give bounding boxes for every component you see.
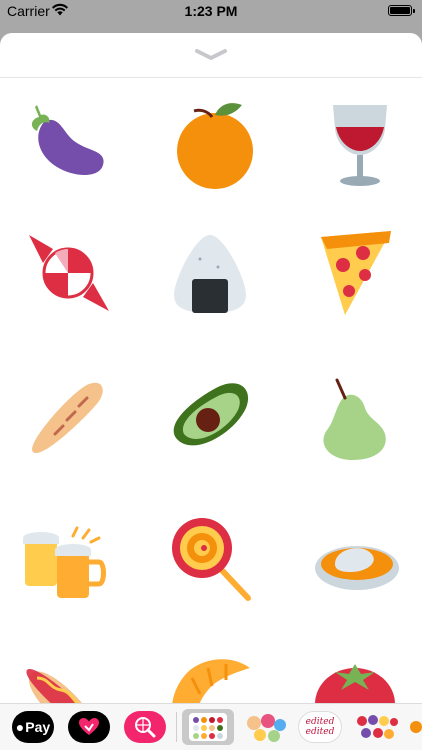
pizza-slice-sticker[interactable] <box>305 223 405 323</box>
clock: 1:23 PM <box>184 3 238 19</box>
heart-icon <box>79 718 99 735</box>
divider <box>0 77 422 78</box>
curry-rice-sticker[interactable] <box>305 508 405 608</box>
edited-line-2: edited <box>305 727 335 737</box>
partial-app-icon <box>410 721 422 733</box>
edited-line-1: edited <box>305 717 335 727</box>
avocado-sticker[interactable] <box>160 368 260 468</box>
faces-sticker-app[interactable] <box>244 711 288 743</box>
flowers-sticker-app[interactable] <box>354 711 398 743</box>
more-apps[interactable] <box>410 711 422 743</box>
flowers-icon <box>357 715 398 739</box>
food-stickers-icon <box>189 713 227 741</box>
collapse-chevron-icon[interactable] <box>191 45 231 65</box>
battery-icon <box>388 5 415 16</box>
beer-mugs-sticker[interactable] <box>15 508 115 608</box>
apple-pay-app[interactable]: ● Pay <box>12 711 54 743</box>
lollipop-sticker[interactable] <box>160 508 260 608</box>
food-stickers-app-selected[interactable] <box>182 709 234 745</box>
orange-sticker[interactable] <box>160 93 260 193</box>
apple-pay-label: Pay <box>25 719 51 735</box>
apple-icon: ● <box>15 719 25 735</box>
faces-stickers-icon <box>247 714 286 742</box>
candy-sticker[interactable] <box>15 223 115 323</box>
search-app[interactable] <box>124 711 166 743</box>
baguette-sticker[interactable] <box>15 368 115 468</box>
pear-sticker[interactable] <box>305 368 405 468</box>
app-drawer: ● Pay edited edited <box>0 703 422 750</box>
sticker-sheet <box>0 33 422 750</box>
edited-sticker-app[interactable]: edited edited <box>298 711 342 743</box>
status-bar: Carrier 1:23 PM <box>0 0 422 22</box>
eggplant-sticker[interactable] <box>15 93 115 193</box>
wine-glass-sticker[interactable] <box>305 93 405 193</box>
search-globe-icon <box>135 717 156 738</box>
heart-app[interactable] <box>68 711 110 743</box>
drawer-divider <box>176 712 177 742</box>
rice-ball-sticker[interactable] <box>160 223 260 323</box>
